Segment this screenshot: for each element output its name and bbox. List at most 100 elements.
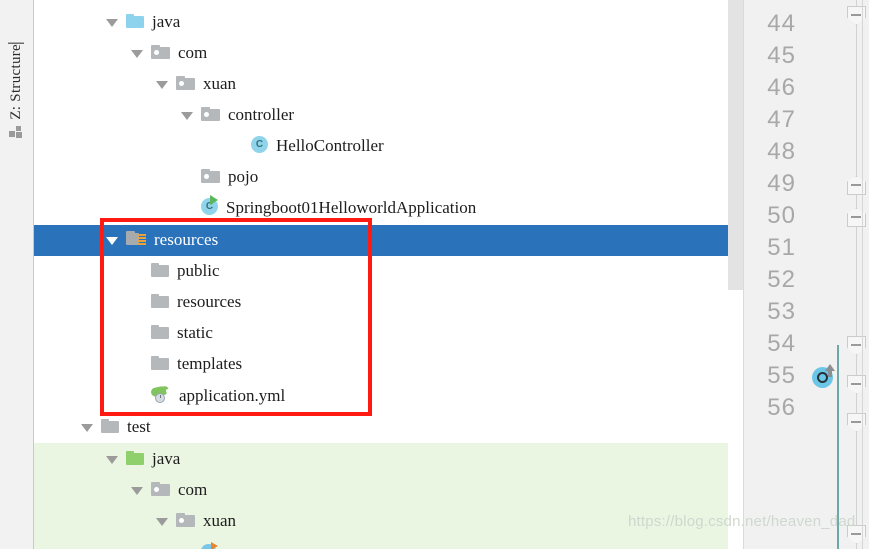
tree-node[interactable]: java [34, 7, 728, 38]
folder-icon [101, 418, 119, 438]
package-folder-icon [176, 512, 195, 532]
java-class-icon: C [251, 135, 268, 158]
line-number[interactable]: 50 [744, 202, 802, 230]
tree-node[interactable]: pojo [34, 162, 728, 193]
project-tree-panel[interactable]: java com xuan controller C HelloController poj… [34, 0, 728, 549]
tree-node[interactable]: public [34, 256, 728, 287]
package-folder-icon [151, 44, 170, 64]
tree-node-label: pojo [228, 167, 259, 186]
line-number[interactable]: 53 [744, 298, 802, 326]
tree-node-label: Springboot01HelloworldApplication [226, 198, 477, 217]
tree-node-label: xuan [203, 511, 237, 530]
tree-node[interactable]: test [34, 412, 728, 443]
tree-node-label: test [127, 417, 151, 436]
spring-config-file-icon [150, 384, 171, 408]
package-folder-icon [151, 481, 170, 501]
code-folding-column [844, 0, 869, 549]
gutter-right-edge [862, 0, 863, 549]
tree-node-label: templates [177, 354, 243, 373]
package-folder-icon [176, 75, 195, 95]
java-class-runnable-icon: C [201, 194, 218, 220]
left-tool-strip: Z: Structure [0, 0, 34, 549]
folder-icon [151, 293, 169, 313]
tree-node[interactable]: controller [34, 100, 728, 131]
folder-icon [151, 324, 169, 344]
tree-node[interactable]: com [34, 475, 728, 506]
folder-icon [126, 450, 144, 470]
tree-scrollbar-thumb[interactable] [728, 0, 743, 290]
line-number[interactable]: 48 [744, 138, 802, 166]
line-number[interactable]: 51 [744, 234, 802, 262]
line-number[interactable]: 52 [744, 266, 802, 294]
line-number[interactable]: 56 [744, 394, 802, 422]
package-folder-icon [201, 168, 220, 188]
chevron-down-icon[interactable] [156, 78, 169, 91]
chevron-down-icon[interactable] [106, 453, 119, 466]
tree-node-label: controller [228, 105, 295, 124]
chevron-down-icon[interactable] [81, 421, 94, 434]
line-number[interactable]: 46 [744, 74, 802, 102]
structure-tool-label: Z: Structure [8, 42, 24, 120]
folder-icon [151, 262, 169, 282]
watermark-text: https://blog.csdn.net/heaven_dad [628, 513, 856, 530]
line-number[interactable]: 45 [744, 42, 802, 70]
tree-node[interactable] [34, 537, 728, 549]
fold-marker[interactable] [847, 208, 866, 227]
tree-node[interactable]: java [34, 444, 728, 475]
folder-icon [151, 355, 169, 375]
chevron-down-icon[interactable] [106, 234, 119, 247]
fold-marker[interactable] [847, 413, 866, 432]
chevron-down-icon[interactable] [106, 16, 119, 29]
tree-node[interactable]: C Springboot01HelloworldApplication [34, 193, 728, 224]
structure-icon [9, 124, 25, 140]
editor-line-number-gutter: 44 45 46 47 48 49 50 51 52 53 54 55 56 [743, 0, 869, 549]
tree-node-label: application.yml [179, 386, 286, 405]
package-folder-icon [201, 106, 220, 126]
tree-node-selected[interactable]: resources [34, 225, 728, 256]
tree-node-label: com [178, 480, 208, 499]
line-number[interactable]: 55 [744, 362, 802, 390]
tree-node[interactable]: xuan [34, 506, 728, 537]
fold-marker[interactable] [847, 375, 866, 394]
resources-folder-icon [126, 230, 146, 251]
line-number[interactable]: 54 [744, 330, 802, 358]
override-method-icon[interactable] [812, 364, 836, 388]
tree-node-label: resources [154, 230, 219, 249]
chevron-down-icon[interactable] [131, 47, 144, 60]
tree-node-label: public [177, 261, 220, 280]
line-number[interactable]: 47 [744, 106, 802, 134]
fold-marker[interactable] [847, 336, 866, 355]
tree-node-label: resources [177, 292, 242, 311]
tree-node-label: java [152, 449, 181, 468]
folder-icon [126, 13, 144, 33]
tree-node-label: xuan [203, 74, 237, 93]
tree-node[interactable]: application.yml [34, 381, 728, 412]
tree-node[interactable]: C HelloController [34, 131, 728, 162]
chevron-down-icon[interactable] [156, 515, 169, 528]
folding-guide-line [856, 0, 857, 549]
fold-marker[interactable] [847, 6, 866, 25]
line-number[interactable]: 49 [744, 170, 802, 198]
tree-node[interactable]: templates [34, 349, 728, 380]
tree-node[interactable]: com [34, 38, 728, 69]
test-class-icon [201, 542, 219, 549]
tree-node-label: com [178, 43, 208, 62]
tree-node-label: HelloController [276, 136, 384, 155]
line-number[interactable]: 44 [744, 10, 802, 38]
fold-marker[interactable] [847, 176, 866, 195]
tree-node[interactable]: xuan [34, 69, 728, 100]
chevron-down-icon[interactable] [181, 109, 194, 122]
tree-node[interactable]: static [34, 318, 728, 349]
ide-window: Z: Structure java com xuan controller C Hello… [0, 0, 869, 549]
chevron-down-icon[interactable] [131, 484, 144, 497]
tree-node-label: static [177, 323, 213, 342]
tree-node[interactable]: resources [34, 287, 728, 318]
